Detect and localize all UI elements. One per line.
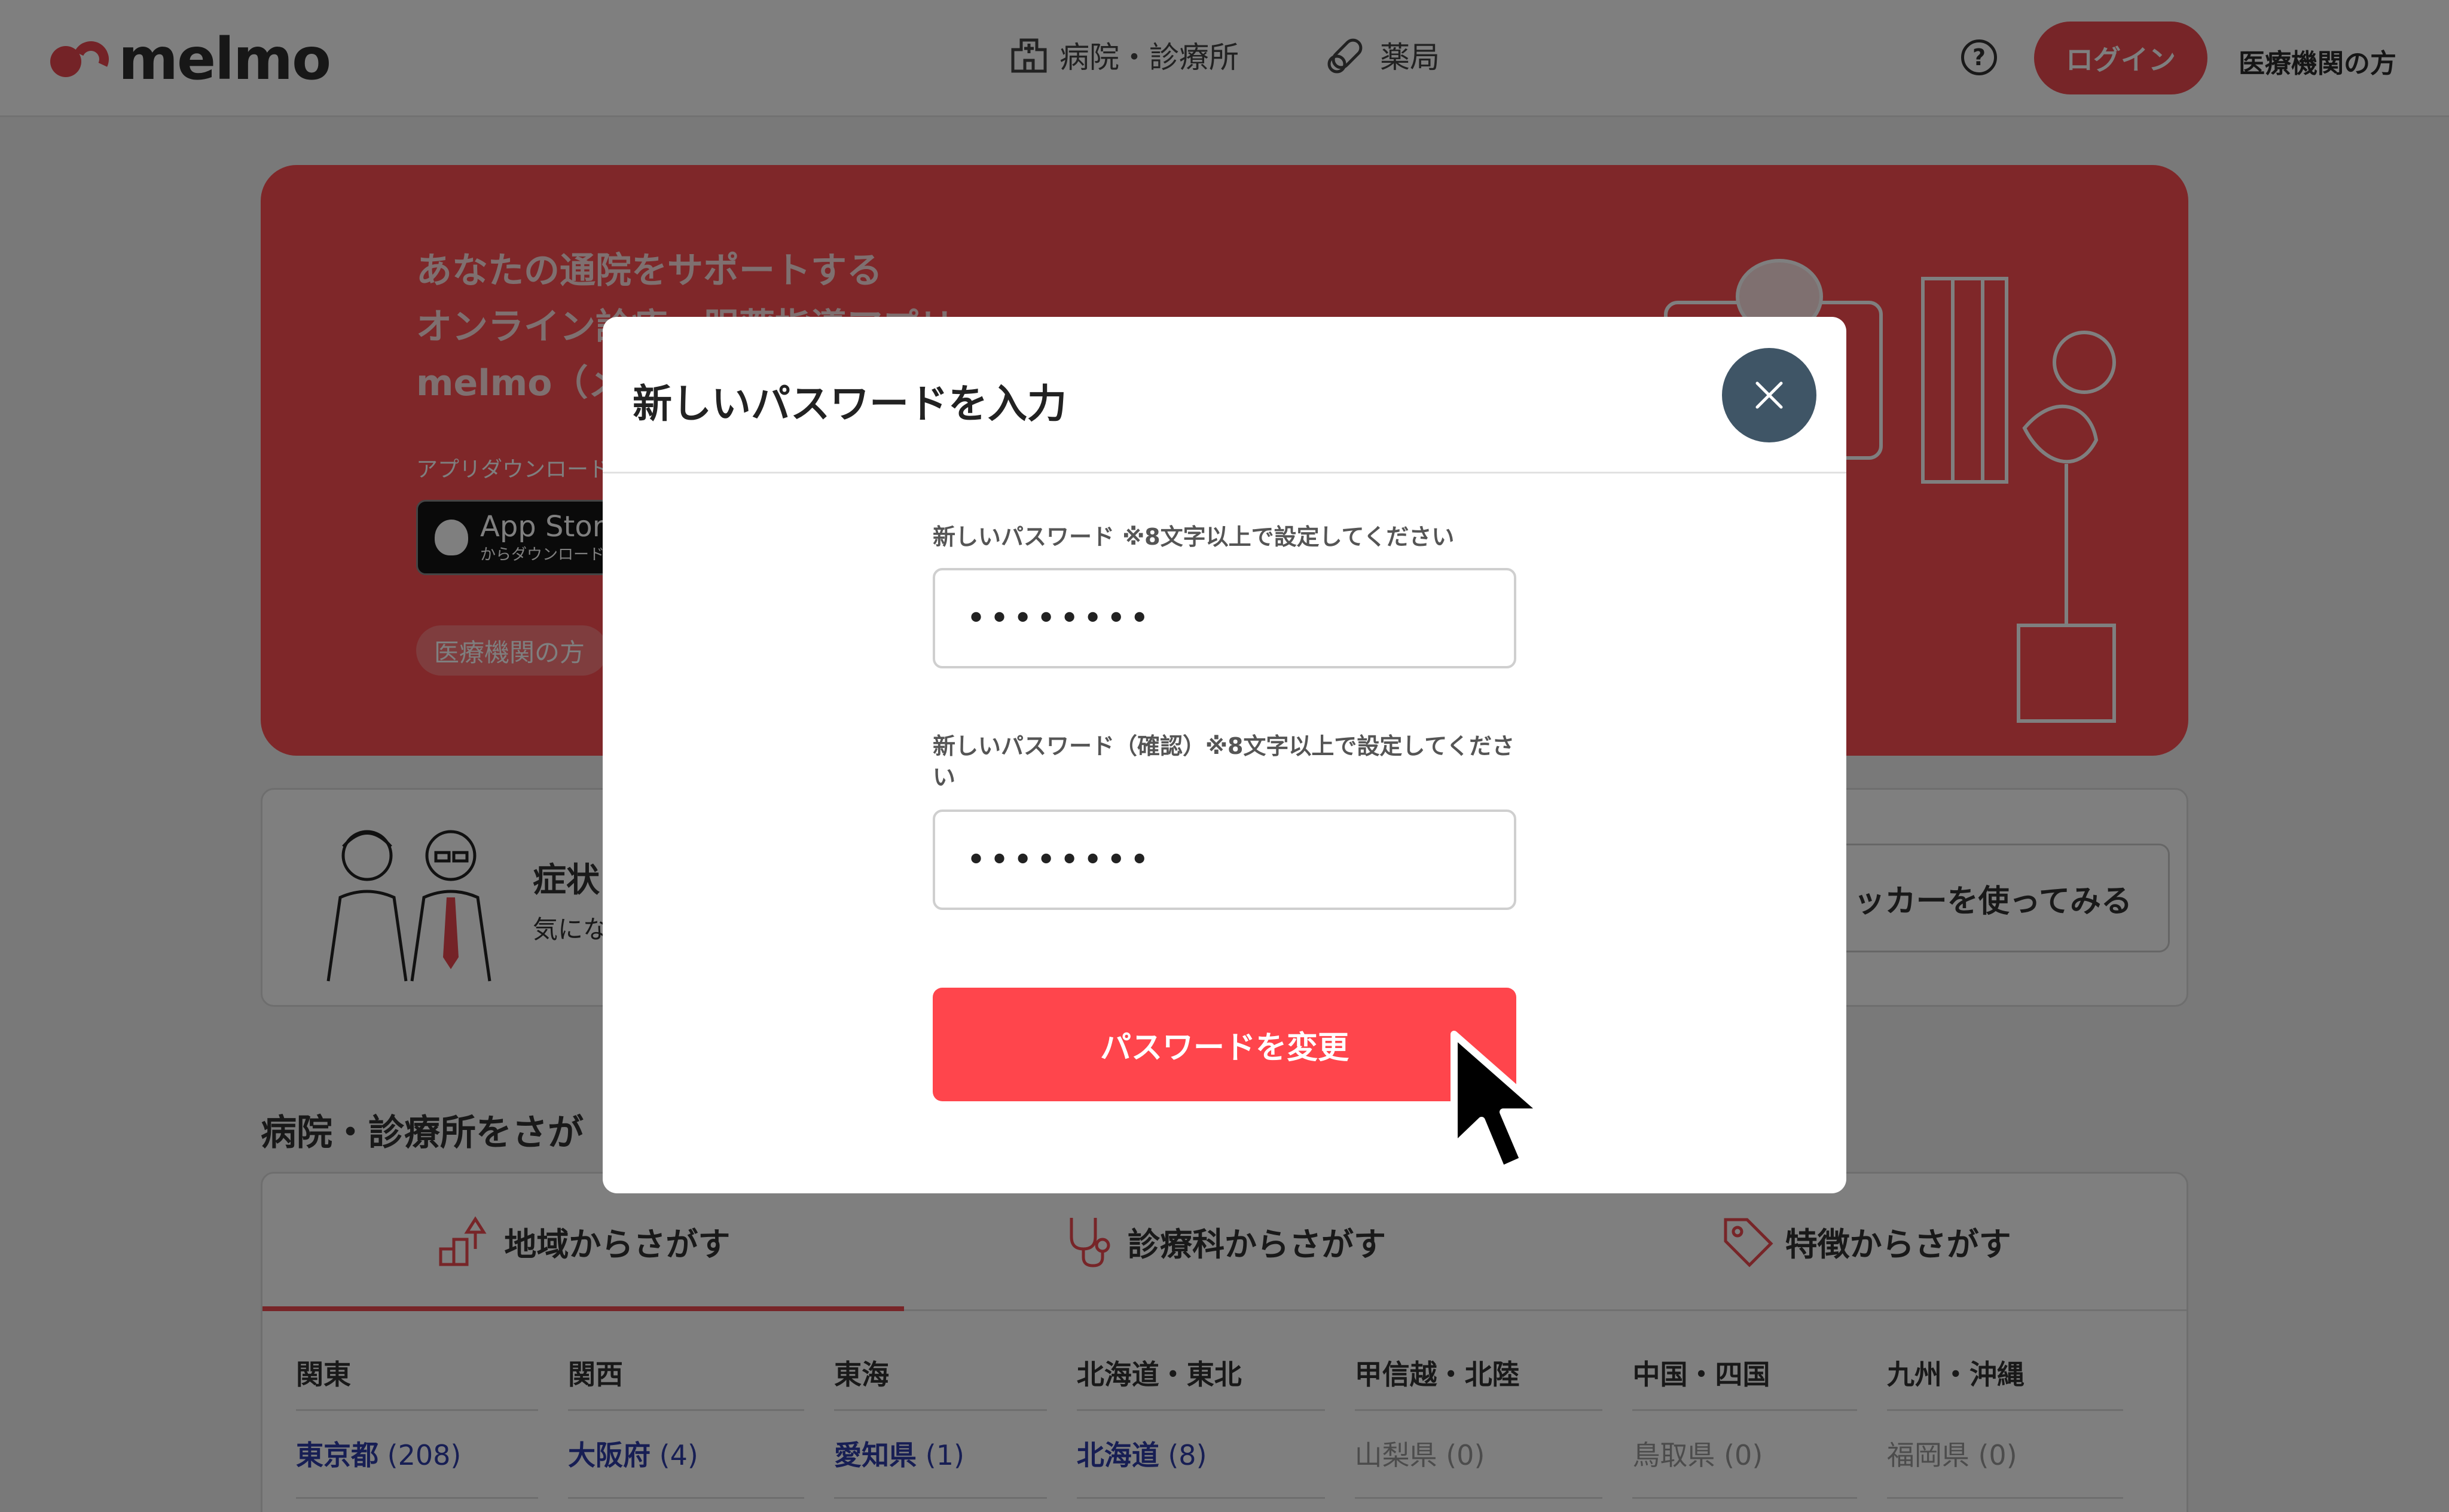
confirm-password-input[interactable] (933, 810, 1516, 910)
confirm-password-label: 新しいパスワード（確認）※8文字以上で設定してください (933, 733, 1515, 790)
new-password-label: 新しいパスワード ※8文字以上で設定してください (933, 524, 1455, 550)
mouse-cursor-icon (1451, 1031, 1546, 1173)
change-password-button[interactable]: パスワードを変更 (933, 988, 1516, 1101)
close-icon (1755, 381, 1783, 409)
modal-header: 新しいパスワードを入力 (603, 317, 1846, 474)
close-button[interactable] (1722, 348, 1816, 442)
new-password-input[interactable] (933, 568, 1516, 668)
password-modal: 新しいパスワードを入力 新しいパスワード ※8文字以上で設定してください 新しい… (603, 317, 1846, 1193)
modal-title: 新しいパスワードを入力 (633, 381, 1067, 427)
